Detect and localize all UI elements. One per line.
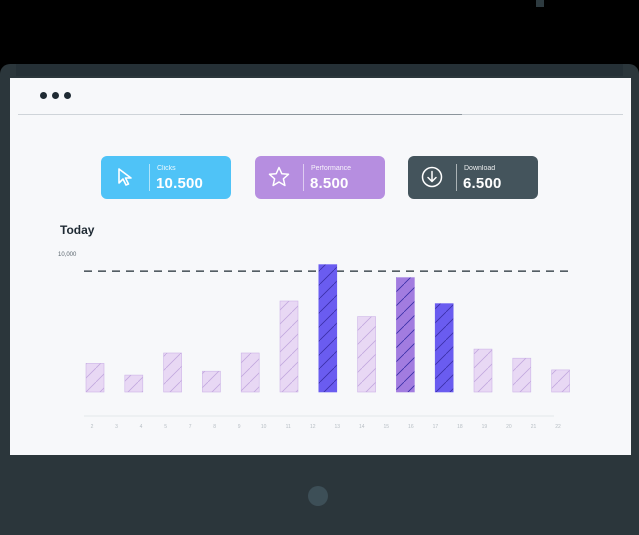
chart-title: Today [60,223,95,237]
performance-label: Performance [311,165,352,172]
x-axis-tick-label: 21 [531,424,537,430]
x-axis-tick-label: 18 [457,424,463,430]
download-label: Download [464,165,496,172]
clicks-value: 10.500 [156,175,204,192]
window-dots [40,92,71,99]
clicks-label: Clicks [157,165,176,172]
window-dot[interactable] [40,92,47,99]
x-axis-tick-label: 8 [213,424,216,430]
x-axis-tick-label: 11 [286,424,291,430]
chart-bar[interactable] [163,352,182,393]
download-icon [421,166,443,188]
card-divider [303,164,304,191]
monitor-top-rim [16,64,623,76]
chart-bar[interactable] [202,370,221,393]
window-dot[interactable] [52,92,59,99]
card-divider [149,164,150,191]
bar-chart: 10,000 2 3 4 5 7 8 9 10 11 12 13 14 15 16 17 18 19 20 21 22 [58,252,570,430]
x-axis-tick-label: 2 [91,424,94,430]
x-axis-tick-label: 3 [115,424,118,430]
chart-bar[interactable] [357,316,376,393]
device-sensor [536,0,544,7]
x-axis-tick-label: 12 [310,424,316,430]
x-axis-tick-label: 15 [384,424,390,430]
performance-value: 8.500 [310,175,349,192]
y-axis-tick-label: 10,000 [58,252,77,258]
x-axis-tick-label: 10 [261,424,267,430]
x-axis-tick-label: 9 [238,424,241,430]
chart-bar[interactable] [551,369,570,393]
chart-bar[interactable] [434,303,454,393]
chart-bar[interactable] [240,352,260,393]
download-value: 6.500 [463,175,502,192]
chart-bar[interactable] [512,357,532,393]
chart-bar[interactable] [85,363,105,393]
x-axis-tick-label: 17 [433,424,439,430]
x-axis-tick-label: 20 [506,424,512,430]
chart-bar[interactable] [279,300,299,393]
monitor-screen: Clicks 10.500 Performance 8.500 Download… [10,78,631,455]
chart-bar[interactable] [473,348,493,393]
chart-bar[interactable] [396,277,415,393]
x-axis-tick-label: 7 [189,424,192,430]
x-axis-tick-label: 16 [408,424,414,430]
window-dot[interactable] [64,92,71,99]
clicks-card[interactable]: Clicks 10.500 [101,156,231,199]
x-axis-tick-label: 14 [359,424,365,430]
x-axis-tick-label: 5 [164,424,167,430]
chart-bar[interactable] [318,264,338,393]
download-card[interactable]: Download 6.500 [408,156,538,199]
home-button[interactable] [308,486,328,506]
cursor-icon [118,168,132,186]
performance-card[interactable]: Performance 8.500 [255,156,385,199]
x-axis-tick-label: 19 [482,424,488,430]
x-axis-tick-label: 13 [334,424,340,430]
chart-bar[interactable] [124,374,144,393]
star-icon [268,166,290,187]
x-axis-tick-label: 4 [140,424,143,430]
card-divider [456,164,457,191]
browser-bar [10,78,631,115]
address-bar[interactable] [180,114,462,115]
x-axis-tick-label: 22 [555,424,561,430]
